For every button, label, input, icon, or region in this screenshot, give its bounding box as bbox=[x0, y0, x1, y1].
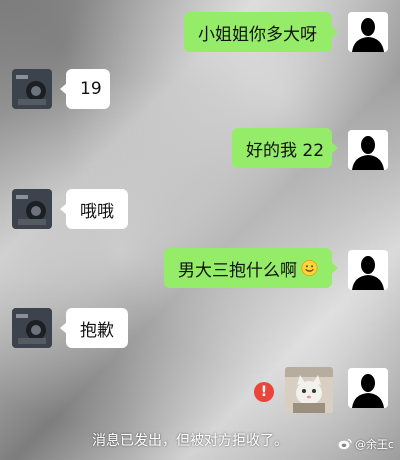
message-bubble-received[interactable]: 抱歉 bbox=[60, 308, 128, 348]
message-text: 19 bbox=[80, 79, 102, 99]
my-avatar[interactable] bbox=[348, 130, 388, 170]
silhouette-avatar-icon bbox=[348, 250, 388, 290]
message-bubble-sent[interactable]: 小姐姐你多大呀 bbox=[184, 12, 338, 52]
watermark-text: @余王c bbox=[354, 438, 394, 451]
my-avatar[interactable] bbox=[348, 368, 388, 408]
silhouette-avatar-icon bbox=[348, 368, 388, 408]
message-bubble-received[interactable]: 哦哦 bbox=[60, 189, 128, 229]
silhouette-avatar-icon bbox=[348, 12, 388, 52]
cat-photo-icon bbox=[285, 367, 333, 413]
message-bubble-sent[interactable]: 好的我 22 bbox=[232, 128, 338, 168]
smiley-emoji-icon bbox=[301, 259, 318, 277]
contact-avatar[interactable] bbox=[12, 308, 52, 348]
photo-avatar-icon bbox=[12, 69, 52, 109]
system-notice: 消息已发出，但被对方拒收了。 bbox=[92, 433, 288, 449]
image-message[interactable] bbox=[285, 367, 333, 413]
message-text: 男大三抱什么啊 bbox=[178, 260, 297, 281]
message-text: 好的我 22 bbox=[246, 140, 325, 161]
watermark: @余王c bbox=[338, 436, 394, 452]
photo-avatar-icon bbox=[12, 189, 52, 229]
my-avatar[interactable] bbox=[348, 250, 388, 290]
contact-avatar[interactable] bbox=[12, 69, 52, 109]
weibo-logo-icon bbox=[338, 438, 352, 450]
message-text: 小姐姐你多大呀 bbox=[198, 24, 317, 45]
message-bubble-received[interactable]: 19 bbox=[60, 69, 110, 109]
message-text: 哦哦 bbox=[80, 201, 114, 222]
message-bubble-sent[interactable]: 男大三抱什么啊 bbox=[164, 248, 338, 288]
my-avatar[interactable] bbox=[348, 12, 388, 52]
contact-avatar[interactable] bbox=[12, 189, 52, 229]
chat-background bbox=[0, 0, 400, 460]
exclamation-circle-icon[interactable]: ! bbox=[254, 382, 274, 402]
photo-avatar-icon bbox=[12, 308, 52, 348]
silhouette-avatar-icon bbox=[348, 130, 388, 170]
message-text: 抱歉 bbox=[80, 320, 114, 341]
